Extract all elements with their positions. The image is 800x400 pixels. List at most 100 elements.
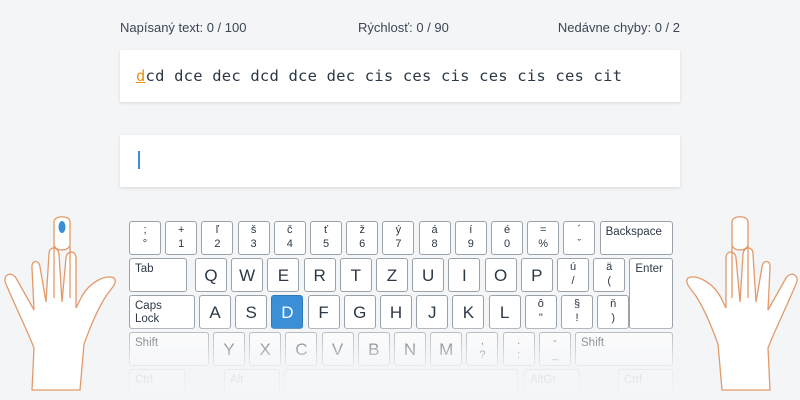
key-symbol[interactable]: š3 xyxy=(237,221,270,255)
key-symbol[interactable]: ý7 xyxy=(382,221,415,255)
typed-progress: Napísaný text: 0 / 100 xyxy=(120,20,247,35)
key-symbol[interactable]: ž6 xyxy=(346,221,379,255)
key-label: L xyxy=(499,303,510,322)
key-shift[interactable]: Shift xyxy=(129,332,209,366)
key-g[interactable]: G xyxy=(343,295,376,329)
key-label: C xyxy=(295,340,308,359)
key-label: S xyxy=(245,303,257,322)
key-label: Alt xyxy=(230,374,244,386)
key-label: Tab xyxy=(135,263,154,275)
key-shift-label: ´ xyxy=(577,224,582,236)
lesson-text: dcd dce dec dcd dce dec cis ces cis ces … xyxy=(136,67,622,85)
speed-indicator: Rýchlosť: 0 / 90 xyxy=(358,20,449,35)
key-altgr[interactable]: AltGr xyxy=(524,369,580,400)
key-label: Z xyxy=(386,266,398,285)
key-shift-label: ; xyxy=(143,224,147,236)
key-c[interactable]: C xyxy=(285,332,318,366)
key-label: Q xyxy=(204,266,218,285)
key-base-label: 8 xyxy=(431,238,438,250)
key-t[interactable]: T xyxy=(339,258,372,292)
key-base-label: % xyxy=(538,238,549,250)
key-symbol[interactable]: á8 xyxy=(418,221,451,255)
key-ctrl[interactable]: Ctrl xyxy=(618,369,673,400)
key-caps-lock[interactable]: Caps Lock xyxy=(129,295,195,329)
key-x[interactable]: X xyxy=(249,332,282,366)
key-z[interactable]: Z xyxy=(376,258,408,292)
key-w[interactable]: W xyxy=(231,258,264,292)
key-p[interactable]: P xyxy=(520,258,553,292)
key-label: F xyxy=(318,303,329,322)
key-b[interactable]: B xyxy=(357,332,390,366)
key-base-label: 1 xyxy=(178,238,185,250)
key-alt[interactable]: Alt xyxy=(224,369,280,400)
key-symbol[interactable]: ľ2 xyxy=(201,221,234,255)
key-symbol[interactable]: ô " xyxy=(524,295,557,329)
key-symbol[interactable]: .: xyxy=(502,332,535,366)
key-i[interactable]: I xyxy=(448,258,481,292)
key-shift-label: ň xyxy=(610,298,617,310)
key-d[interactable]: D xyxy=(271,295,304,329)
key-o[interactable]: O xyxy=(484,258,517,292)
key-shift-label: ť xyxy=(323,224,329,236)
key-s[interactable]: S xyxy=(235,295,268,329)
key-n[interactable]: N xyxy=(394,332,426,366)
key-symbol[interactable]: č4 xyxy=(273,221,306,255)
key-label: Y xyxy=(223,340,235,359)
key-label: W xyxy=(239,266,256,285)
key-symbol[interactable]: ´ ˇ xyxy=(563,221,596,255)
key-base-label: / xyxy=(571,275,575,287)
key-label: N xyxy=(403,340,417,359)
key-q[interactable]: Q xyxy=(195,258,227,292)
key-symbol[interactable]: ; ° xyxy=(129,221,161,255)
key-shift-label: ô xyxy=(537,298,544,310)
key-symbol[interactable]: §! xyxy=(561,295,593,329)
key-symbol[interactable]: ,? xyxy=(466,332,499,366)
key-base-label: 0 xyxy=(503,238,511,250)
key-tab[interactable]: Tab xyxy=(129,258,187,292)
key-k[interactable]: K xyxy=(452,295,485,329)
key-symbol[interactable]: +1 xyxy=(165,221,198,255)
key-symbol[interactable]: ť5 xyxy=(310,221,342,255)
key-symbol[interactable]: ä( xyxy=(593,258,626,292)
key-l[interactable]: L xyxy=(488,295,521,329)
key-label: Shift xyxy=(135,337,159,349)
key-shift[interactable]: Shift xyxy=(575,332,673,366)
key-backspace[interactable]: Backspace xyxy=(599,221,673,255)
key-v[interactable]: V xyxy=(321,332,354,366)
typing-input[interactable] xyxy=(120,135,680,187)
key-label: X xyxy=(259,340,271,359)
key-f[interactable]: F xyxy=(307,295,340,329)
key-shift-label: . xyxy=(517,335,521,347)
key-sym[interactable] xyxy=(284,369,518,400)
key-ctrl[interactable]: Ctrl xyxy=(129,369,185,400)
key-label: O xyxy=(493,266,508,285)
key-h[interactable]: H xyxy=(380,295,412,329)
key-symbol[interactable]: ú / xyxy=(557,258,589,292)
key-symbol[interactable]: é0 xyxy=(491,221,523,255)
key-enter[interactable]: Enter xyxy=(629,258,673,329)
key-u[interactable]: U xyxy=(412,258,445,292)
key-base-label: 2 xyxy=(214,238,221,250)
key-shift-label: á xyxy=(431,224,438,236)
key-symbol[interactable]: =% xyxy=(527,221,560,255)
key-label: Caps Lock xyxy=(135,300,162,325)
key-symbol[interactable]: - _ xyxy=(538,332,571,366)
key-base-label: 7 xyxy=(395,238,402,250)
key-j[interactable]: J xyxy=(416,295,449,329)
key-shift-label: š xyxy=(250,224,257,236)
key-m[interactable]: M xyxy=(430,332,463,366)
text-caret xyxy=(138,151,140,169)
key-r[interactable]: R xyxy=(303,258,336,292)
key-y[interactable]: Y xyxy=(213,332,245,366)
key-base-label: ˇ xyxy=(577,238,582,250)
key-label: H xyxy=(389,303,403,322)
key-shift-label: ú xyxy=(569,261,577,273)
key-shift-label: ľ xyxy=(215,224,219,236)
key-symbol[interactable]: í9 xyxy=(454,221,487,255)
current-character: d xyxy=(136,67,146,85)
right-hand-icon xyxy=(686,216,798,391)
on-screen-keyboard: ; ° +1 ľ 2 š 3 č 4 ť 5 ž 6 ý 7 á 8 í 9 é 0 =% ´ ˇ Backspace Tab Q W… xyxy=(124,216,676,400)
key-a[interactable]: A xyxy=(199,295,231,329)
key-e[interactable]: E xyxy=(267,258,300,292)
key-symbol[interactable]: ň) xyxy=(597,295,630,329)
